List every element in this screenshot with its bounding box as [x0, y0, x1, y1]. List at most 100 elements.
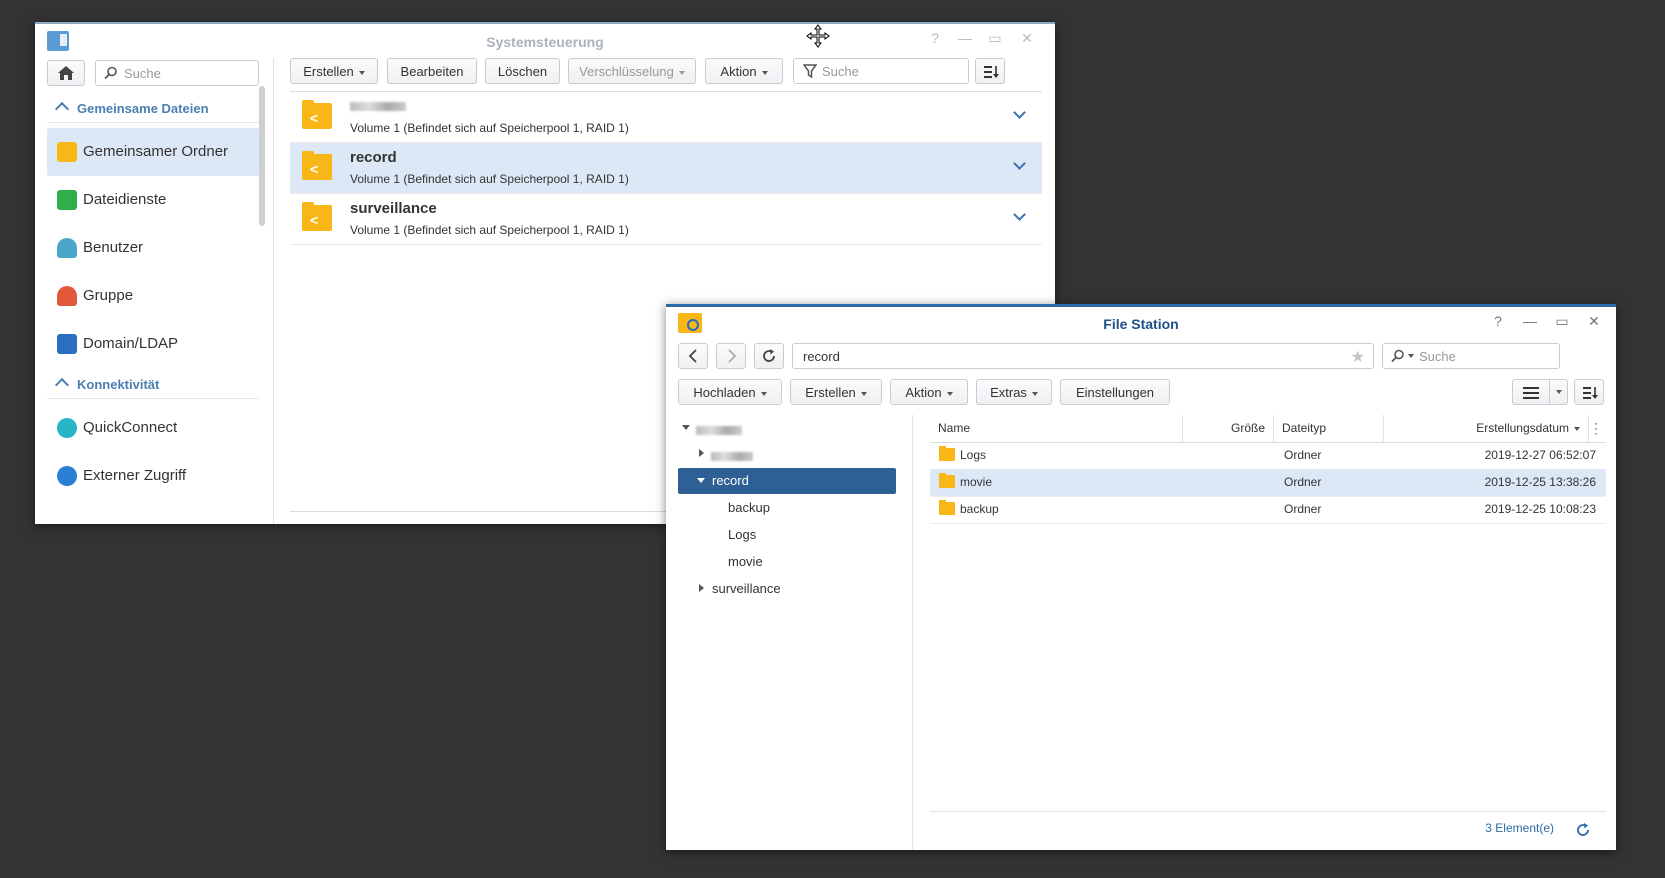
- sidebar-scrollbar[interactable]: [259, 86, 265, 226]
- filestation-titlebar[interactable]: File Station ? — ▭ ✕: [666, 307, 1616, 343]
- create-button[interactable]: Erstellen: [290, 58, 378, 84]
- tree-item-surveillance[interactable]: surveillance: [678, 576, 896, 602]
- caret-down-icon: [860, 391, 867, 396]
- sort-button[interactable]: [1574, 379, 1604, 405]
- folder-icon: [939, 446, 955, 461]
- systemsteuerung-titlebar[interactable]: Systemsteuerung ? — ▭ ✕: [35, 24, 1055, 60]
- refresh-icon[interactable]: [1576, 823, 1590, 837]
- extras-button[interactable]: Extras: [976, 379, 1052, 405]
- caret-down-icon: [678, 70, 685, 75]
- minimize-icon[interactable]: —: [1520, 313, 1540, 329]
- sidebar-item-quickconnect[interactable]: QuickConnect: [47, 404, 259, 452]
- action-button[interactable]: Aktion: [705, 58, 783, 84]
- section-label: Gemeinsame Dateien: [77, 101, 209, 116]
- sidebar: Suche Gemeinsame Dateien Gemeinsamer Ord…: [47, 58, 277, 518]
- sidebar-item-label: Domain/LDAP: [83, 335, 179, 352]
- file-row[interactable]: backup Ordner 2019-12-25 10:08:23: [930, 496, 1606, 524]
- file-row[interactable]: Logs Ordner 2019-12-27 06:52:07: [930, 442, 1606, 470]
- sidebar-item-label: Benutzer: [83, 239, 144, 256]
- caret-down-icon[interactable]: [1408, 354, 1414, 358]
- search-icon: [1391, 349, 1404, 363]
- file-name: backup: [960, 502, 999, 516]
- back-button[interactable]: [678, 343, 708, 369]
- tree-item-label-blurred: [696, 423, 742, 438]
- section-label: Konnektivität: [77, 377, 160, 392]
- sidebar-item-label: Dateidienste: [83, 191, 167, 208]
- column-header-name[interactable]: Name: [930, 415, 1183, 442]
- chevron-down-icon[interactable]: [1013, 106, 1026, 119]
- favorite-star-icon[interactable]: ★: [1351, 347, 1365, 367]
- tree-item-label: movie: [728, 554, 763, 569]
- delete-button[interactable]: Löschen: [485, 58, 560, 84]
- sidebar-item-external-access[interactable]: Externer Zugriff: [47, 452, 259, 500]
- tree-item-record[interactable]: record: [678, 468, 896, 494]
- column-header-created[interactable]: Erstellungsdatum: [1384, 415, 1589, 442]
- tree-item-backup[interactable]: backup: [678, 495, 896, 521]
- list-view-icon: [1523, 387, 1539, 399]
- sidebar-search-input[interactable]: Suche: [95, 60, 259, 86]
- folder-tree: record backup Logs movie surveillance: [678, 415, 898, 845]
- folder-icon: [939, 473, 955, 488]
- file-row-selected[interactable]: movie Ordner 2019-12-25 13:38:26: [930, 469, 1606, 497]
- expand-triangle-icon[interactable]: [697, 478, 705, 483]
- tree-item-label-blurred: [711, 449, 753, 464]
- chevron-down-icon[interactable]: [1013, 208, 1026, 221]
- share-search-placeholder: Suche: [822, 64, 859, 79]
- share-description: Volume 1 (Befindet sich auf Speicherpool…: [350, 223, 629, 237]
- collapse-triangle-icon[interactable]: [699, 584, 704, 592]
- create-button[interactable]: Erstellen: [790, 379, 882, 405]
- sidebar-item-domain-ldap[interactable]: Domain/LDAP: [47, 320, 259, 368]
- tree-item-label: surveillance: [712, 581, 781, 596]
- refresh-button[interactable]: [754, 343, 784, 369]
- group-icon: [57, 286, 77, 306]
- upload-button[interactable]: Hochladen: [678, 379, 782, 405]
- file-services-icon: [57, 190, 77, 210]
- help-icon[interactable]: ?: [1488, 313, 1508, 329]
- forward-button[interactable]: [716, 343, 746, 369]
- help-icon[interactable]: ?: [925, 30, 945, 46]
- view-mode-button[interactable]: [1512, 379, 1568, 405]
- share-search-input[interactable]: Suche: [793, 58, 969, 84]
- column-header-type[interactable]: Dateityp: [1274, 415, 1384, 442]
- settings-button[interactable]: Einstellungen: [1060, 379, 1170, 405]
- minimize-icon[interactable]: —: [955, 30, 975, 46]
- maximize-icon[interactable]: ▭: [985, 30, 1005, 47]
- sidebar-item-file-services[interactable]: Dateidienste: [47, 176, 259, 224]
- column-options-icon[interactable]: · · ·: [1594, 417, 1598, 439]
- tree-item-volume[interactable]: [678, 415, 896, 441]
- refresh-icon: [763, 349, 775, 362]
- tree-item-movie[interactable]: movie: [678, 549, 896, 575]
- tree-item-share[interactable]: [678, 441, 896, 467]
- encryption-button[interactable]: Verschlüsselung: [568, 58, 696, 84]
- shared-folder-icon: <: [302, 151, 332, 180]
- expand-triangle-icon[interactable]: [682, 425, 690, 430]
- collapse-triangle-icon[interactable]: [699, 449, 704, 457]
- tree-item-logs[interactable]: Logs: [678, 522, 896, 548]
- sort-button[interactable]: [975, 58, 1005, 84]
- section-connectivity[interactable]: Konnektivität: [47, 370, 259, 399]
- chevron-down-icon[interactable]: [1013, 157, 1026, 170]
- file-search-input[interactable]: Suche: [1382, 343, 1560, 369]
- file-created: 2019-12-25 10:08:23: [1484, 502, 1596, 516]
- home-button[interactable]: [47, 60, 85, 86]
- section-shared-files[interactable]: Gemeinsame Dateien: [47, 94, 259, 123]
- action-button-label: Aktion: [905, 385, 942, 400]
- sidebar-item-user[interactable]: Benutzer: [47, 224, 259, 272]
- column-header-size[interactable]: Größe: [1183, 415, 1274, 442]
- share-name-blurred: [350, 98, 406, 115]
- search-icon: [104, 66, 117, 80]
- sidebar-item-group[interactable]: Gruppe: [47, 272, 259, 320]
- file-type: Ordner: [1284, 475, 1322, 489]
- action-button[interactable]: Aktion: [890, 379, 968, 405]
- path-input[interactable]: record ★: [792, 343, 1374, 369]
- share-row[interactable]: < surveillance Volume 1 (Befindet sich a…: [290, 194, 1042, 245]
- chevron-up-icon: [54, 377, 70, 393]
- maximize-icon[interactable]: ▭: [1552, 313, 1572, 330]
- share-row-selected[interactable]: < record Volume 1 (Befindet sich auf Spe…: [290, 143, 1042, 194]
- file-list-header: Name Größe Dateityp Erstellungsdatum · · ·: [930, 415, 1606, 443]
- share-row[interactable]: < Volume 1 (Befindet sich auf Speicherpo…: [290, 92, 1042, 143]
- edit-button[interactable]: Bearbeiten: [387, 58, 477, 84]
- close-icon[interactable]: ✕: [1584, 313, 1604, 330]
- sidebar-item-shared-folder[interactable]: Gemeinsamer Ordner: [47, 128, 259, 176]
- close-icon[interactable]: ✕: [1017, 30, 1037, 47]
